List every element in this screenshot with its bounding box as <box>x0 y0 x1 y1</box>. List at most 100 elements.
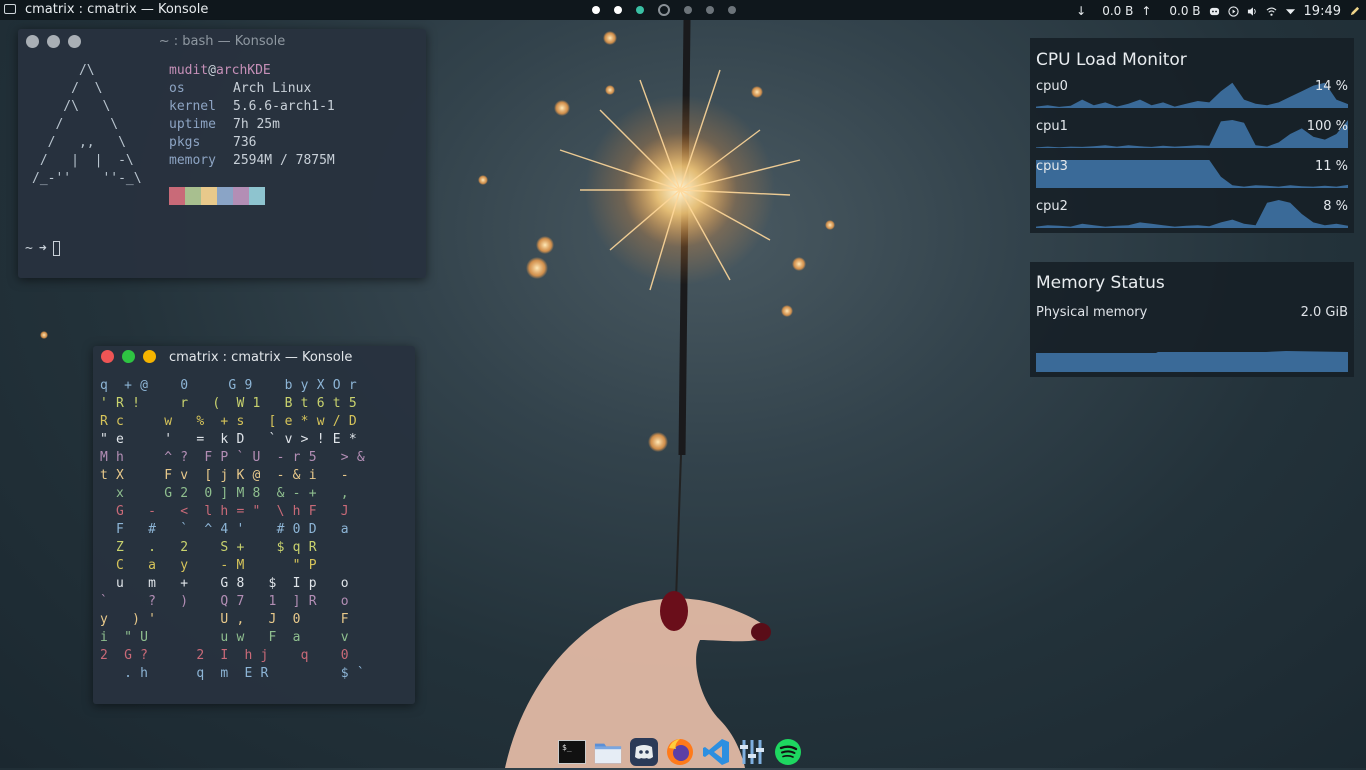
color-swatch <box>233 187 249 205</box>
maximize-button[interactable] <box>122 350 135 363</box>
desktop-6-indicator[interactable] <box>706 6 714 14</box>
download-speed: 0.0 B <box>1102 4 1134 18</box>
color-swatch <box>169 187 185 205</box>
memory-usage-graph <box>1036 351 1348 372</box>
matrix-line: i " U u w F a v <box>100 630 349 645</box>
info-key: memory <box>169 153 216 168</box>
color-swatch <box>217 187 233 205</box>
desktop-2-indicator[interactable] <box>614 6 622 14</box>
wifi-icon[interactable] <box>1266 6 1277 17</box>
desktop-5-indicator[interactable] <box>684 6 692 14</box>
media-player-icon[interactable] <box>1227 5 1239 17</box>
titlebar[interactable]: ~ : bash — Konsole <box>18 29 426 53</box>
terminal-icon: $_ <box>558 739 586 764</box>
matrix-line: " e ' = k D ` v > ! E * <box>100 432 357 447</box>
info-row-os: os Arch Linux <box>169 80 335 98</box>
cpu-percent: 14 % <box>1314 79 1348 94</box>
cpu-label: cpu1 <box>1036 119 1068 134</box>
shell-prompt[interactable]: ~ ➜ <box>25 241 60 256</box>
matrix-line: ` ? ) Q 7 1 ] R o <box>100 594 349 609</box>
cpu-row-cpu3: cpu3 11 % <box>1036 156 1348 188</box>
prompt-arrow: ➜ <box>38 241 47 256</box>
dock-terminal[interactable]: $_ <box>554 738 590 770</box>
matrix-line: t X F v [ j K @ - & i - <box>100 468 349 483</box>
cpu-load-graph <box>1036 200 1348 228</box>
color-palette <box>169 187 265 205</box>
cpu-row-cpu0: cpu0 14 % <box>1036 76 1348 108</box>
dock-spotify[interactable] <box>774 738 802 766</box>
color-swatch <box>201 187 217 205</box>
top-panel: cmatrix : cmatrix — Konsole ↓ 0.0 B ↑ 0.… <box>0 0 1366 20</box>
matrix-line: C a y - M " P <box>100 558 317 573</box>
clock[interactable]: 19:49 <box>1304 4 1341 19</box>
cpu-label: cpu0 <box>1036 79 1068 94</box>
matrix-line: ' R ! r ( W 1 B t 6 t 5 <box>100 396 357 411</box>
cpu-load-area <box>1036 82 1348 108</box>
neofetch-info: mudit @ archKDE os Arch Linux kernel 5.6.6-a… <box>169 62 335 170</box>
discord-tray-icon[interactable] <box>1209 6 1220 17</box>
matrix-line: y ) ' U , J 0 F <box>100 612 349 627</box>
active-window-title[interactable]: cmatrix : cmatrix — Konsole <box>25 2 208 17</box>
username: mudit <box>169 63 209 78</box>
info-value: 736 <box>233 135 257 150</box>
matrix-line: 2 G ? 2 I h j q 0 <box>100 648 349 663</box>
cpu-percent: 100 % <box>1306 119 1348 134</box>
tray-expand-icon[interactable] <box>1285 6 1296 17</box>
cpu-percent: 8 % <box>1323 199 1348 214</box>
cpu-load-area <box>1036 160 1348 188</box>
cpu-label: cpu2 <box>1036 199 1068 214</box>
window-title: ~ : bash — Konsole <box>158 34 286 49</box>
system-tray: ↓ 0.0 B ↑ 0.0 B 19:49 <box>1076 2 1366 20</box>
desktop-3-indicator[interactable] <box>636 6 644 14</box>
dock-files[interactable] <box>594 738 622 766</box>
prompt-path: ~ <box>25 241 33 256</box>
dock-mixer[interactable] <box>738 738 766 766</box>
dock-discord[interactable] <box>630 737 658 766</box>
info-row-uptime: uptime 7h 25m <box>169 116 335 134</box>
matrix-line: M h ^ ? F P ` U - r 5 > & <box>100 450 365 465</box>
pen-icon[interactable] <box>1349 6 1360 17</box>
user-host: mudit @ archKDE <box>169 62 335 80</box>
volume-icon[interactable] <box>1247 6 1258 17</box>
titlebar[interactable]: cmatrix : cmatrix — Konsole <box>93 346 415 368</box>
cpu-row-cpu1: cpu1 100 % <box>1036 116 1348 148</box>
konsole-cmatrix-window[interactable]: cmatrix : cmatrix — Konsole q + @ 0 G 9 … <box>93 346 415 704</box>
matrix-line: Z . 2 S + $ q R <box>100 540 317 555</box>
desktop-1-indicator[interactable] <box>592 6 600 14</box>
dock-vscode[interactable] <box>702 738 730 766</box>
spotify-icon <box>775 738 801 765</box>
cpu-load-area <box>1036 200 1348 228</box>
widget-title: CPU Load Monitor <box>1036 50 1187 70</box>
cpu-load-graph <box>1036 82 1348 108</box>
close-button[interactable] <box>101 350 114 363</box>
konsole-bash-window[interactable]: ~ : bash — Konsole /\ / \ /\ \ / \ / ,, … <box>18 29 426 278</box>
konsole-window-icon[interactable] <box>4 4 16 14</box>
at-sign: @ <box>208 63 216 78</box>
upload-speed: 0.0 B <box>1169 4 1201 18</box>
cpu-percent: 11 % <box>1314 159 1348 174</box>
minimize-button[interactable] <box>143 350 156 363</box>
info-row-memory: memory 2594M / 7875M <box>169 152 335 170</box>
color-swatch <box>249 187 265 205</box>
cpu-load-monitor-widget[interactable]: CPU Load Monitor cpu0 14 % cpu1 100 % cpu3 11… <box>1030 38 1354 233</box>
download-arrow-icon: ↓ <box>1076 4 1087 18</box>
files-icon <box>594 743 622 763</box>
info-value: 2594M / 7875M <box>233 153 335 168</box>
desktop-4-indicator[interactable] <box>658 4 670 16</box>
cpu-row-cpu2: cpu2 8 % <box>1036 196 1348 228</box>
cpu-load-graph <box>1036 120 1348 148</box>
text-cursor <box>52 241 60 256</box>
window-title: cmatrix : cmatrix — Konsole <box>169 350 353 365</box>
desktop-7-indicator[interactable] <box>728 6 736 14</box>
upload-arrow-icon: ↑ <box>1141 4 1152 18</box>
matrix-line: G - < l h = " \ h F J <box>100 504 349 519</box>
matrix-line: . h q m E R $ ` <box>100 666 365 681</box>
dock-firefox[interactable] <box>666 738 694 766</box>
memory-status-widget[interactable]: Memory Status Physical memory 2.0 GiB <box>1030 262 1354 377</box>
info-value: 7h 25m <box>233 117 280 132</box>
physical-memory-label: Physical memory <box>1036 305 1148 320</box>
matrix-rain: q + @ 0 G 9 b y X O r ' R ! r ( W 1 B t 6… <box>100 377 365 683</box>
mixer-icon <box>740 739 764 764</box>
cpu-load-graph <box>1036 160 1348 188</box>
matrix-line: q + @ 0 G 9 b y X O r <box>100 378 357 393</box>
